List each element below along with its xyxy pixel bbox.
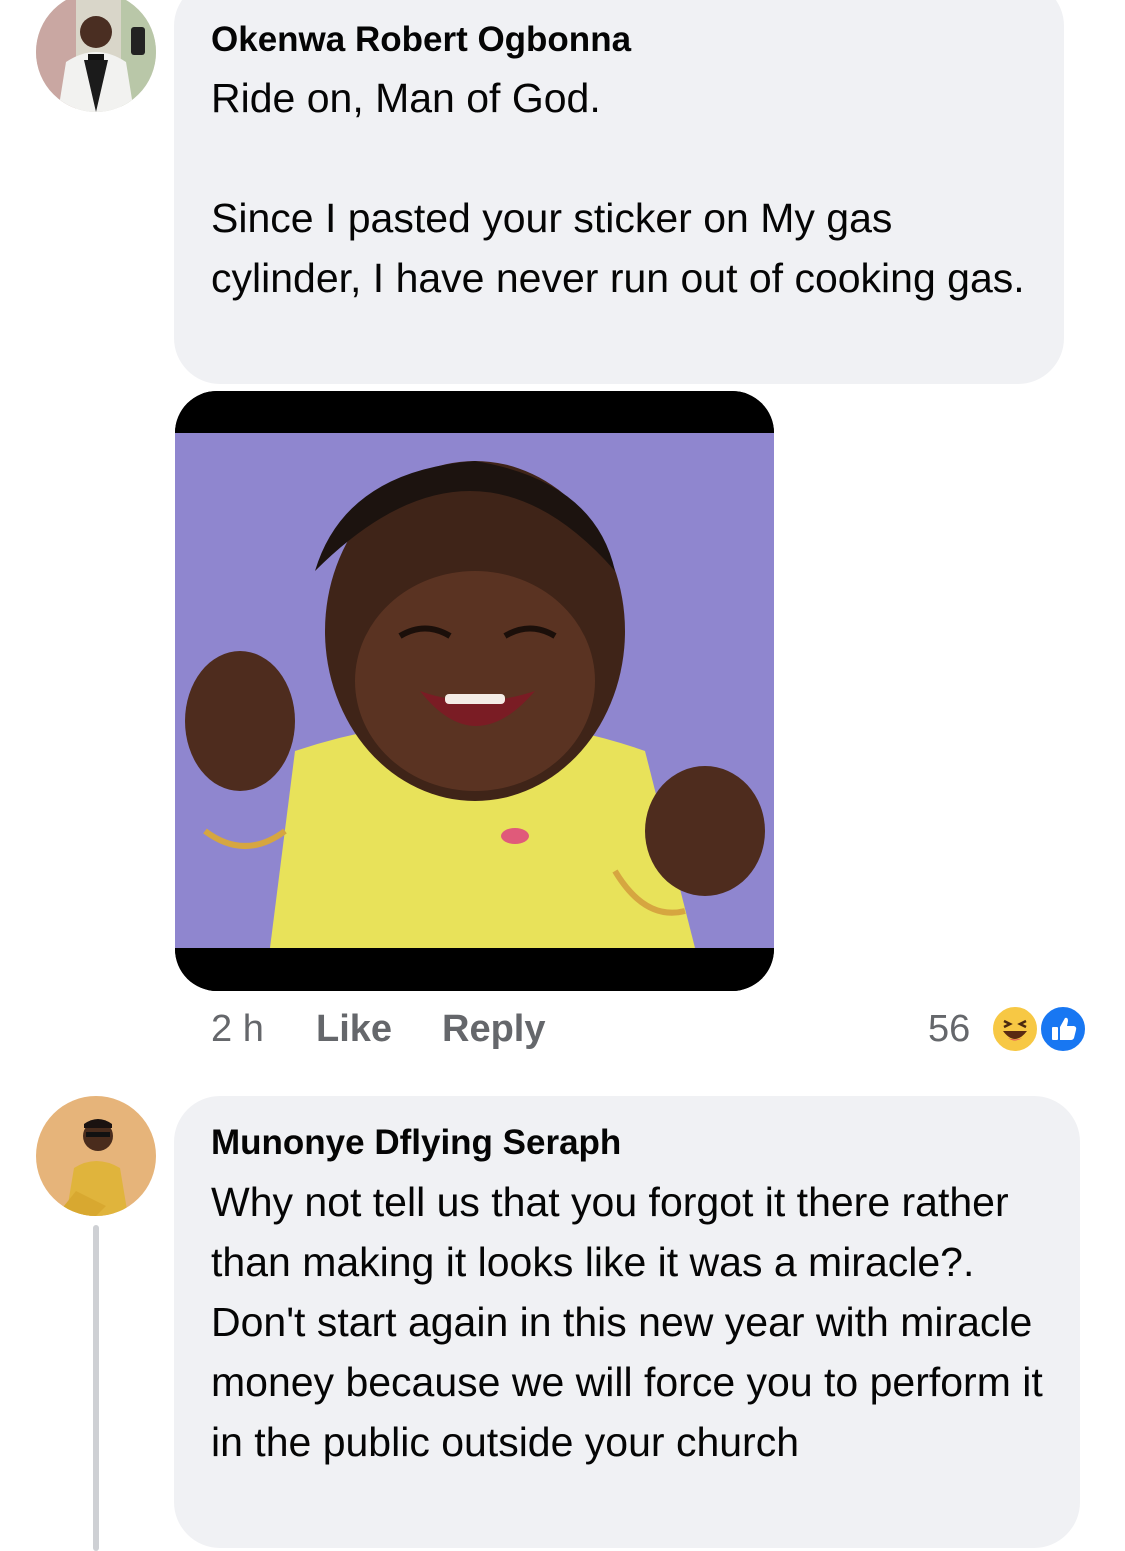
like-thumb-icon bbox=[1038, 1004, 1088, 1054]
thread-line bbox=[93, 1225, 99, 1551]
comment-text: Why not tell us that you forgot it there… bbox=[211, 1179, 1055, 1465]
avatar-okenwa[interactable] bbox=[36, 0, 156, 112]
like-button[interactable]: Like bbox=[316, 1004, 392, 1054]
comment-text: Ride on, Man of God. Since I pasted your… bbox=[211, 75, 1025, 301]
reply-button[interactable]: Reply bbox=[442, 1004, 545, 1054]
comment-author[interactable]: Okenwa Robert Ogbonna bbox=[211, 20, 631, 60]
haha-emoji-icon bbox=[990, 1004, 1040, 1054]
reaction-count: 56 bbox=[928, 1008, 971, 1050]
comment-timestamp[interactable]: 2 h bbox=[211, 1004, 264, 1054]
comment-author[interactable]: Munonye Dflying Seraph bbox=[211, 1123, 621, 1163]
comment-meme-image[interactable] bbox=[175, 391, 774, 991]
avatar-munonye[interactable] bbox=[36, 1096, 156, 1216]
